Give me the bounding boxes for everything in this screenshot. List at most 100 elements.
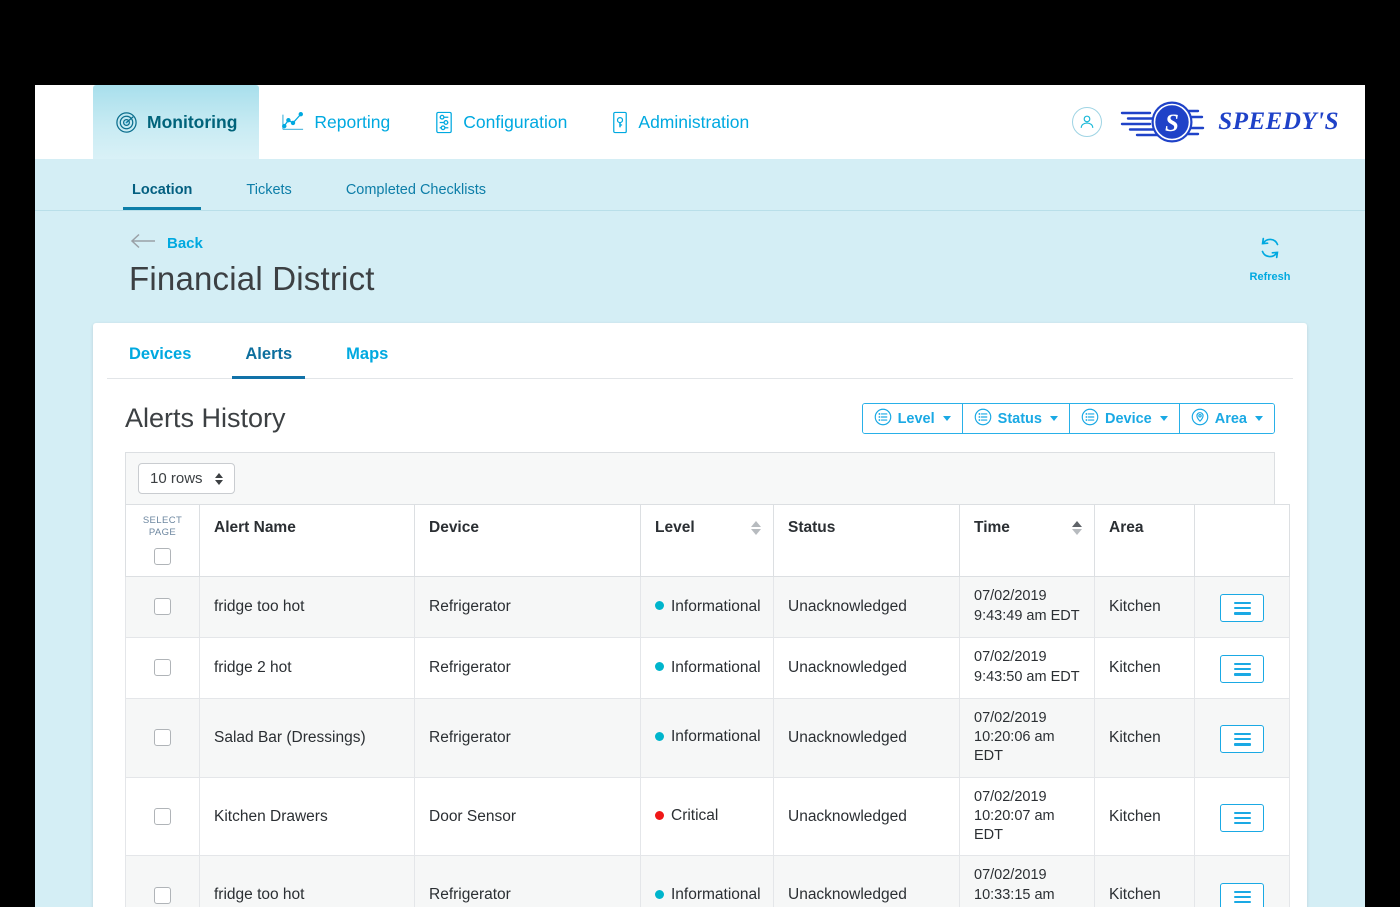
- filter-label-level: Level: [897, 410, 935, 427]
- level-status-dot: [655, 810, 664, 820]
- updown-spinner-icon: [214, 472, 223, 485]
- alert-time: 9:43:49 am EDT: [974, 607, 1080, 624]
- subnav-item-tickets[interactable]: Tickets: [243, 182, 294, 210]
- row-select-cell: [125, 855, 200, 907]
- nav-label-configuration: Configuration: [463, 111, 568, 132]
- select-page-label: SELECT PAGE: [142, 515, 183, 538]
- row-menu-button[interactable]: [1220, 655, 1264, 684]
- table-row[interactable]: Salad Bar (Dressings) Refrigerator Informa…: [125, 697, 1290, 778]
- back-link[interactable]: Back: [129, 233, 203, 254]
- back-label: Back: [167, 235, 203, 252]
- tab-devices[interactable]: Devices: [125, 345, 195, 378]
- cell-time: 07/02/2019 9:43:49 am EDT: [959, 575, 1095, 638]
- cell-level: Informational: [640, 697, 774, 778]
- tab-alerts[interactable]: Alerts: [232, 345, 305, 379]
- column-label-area: Area: [1109, 519, 1144, 536]
- key-document-icon: [611, 111, 629, 134]
- nav-item-monitoring[interactable]: Monitoring: [93, 85, 260, 159]
- cell-time: 07/02/2019 10:33:15 am EDT: [959, 855, 1095, 907]
- cell-device: Refrigerator: [414, 855, 641, 907]
- cell-device: Door Sensor: [414, 776, 641, 857]
- alert-date: 07/02/2019: [974, 867, 1047, 884]
- filter-level[interactable]: Level: [862, 404, 963, 433]
- tab-maps[interactable]: Maps: [342, 345, 392, 378]
- cell-alert-name: Kitchen Drawers: [199, 776, 415, 857]
- alert-time: 10:20:06 am EDT: [974, 729, 1055, 765]
- select-all-checkbox[interactable]: [154, 548, 171, 566]
- nav-item-configuration[interactable]: Configuration: [412, 85, 589, 159]
- alert-time: 9:43:50 am EDT: [974, 668, 1080, 685]
- column-alert-name: Alert Name: [199, 504, 415, 577]
- page-title: Financial District: [129, 260, 375, 297]
- column-label-status: Status: [788, 519, 836, 536]
- alerts-table-head: SELECT PAGE Alert Name Device Level Stat…: [125, 504, 1290, 577]
- alert-date: 07/02/2019: [974, 588, 1047, 605]
- cell-area: Kitchen: [1094, 697, 1195, 778]
- filter-status[interactable]: Status: [962, 404, 1070, 433]
- subnav-item-completed-checklists[interactable]: Completed Checklists: [343, 182, 489, 210]
- alerts-table-body: fridge too hot Refrigerator Informational U…: [125, 575, 1290, 907]
- sliders-document-icon: [434, 111, 454, 134]
- nav-label-reporting: Reporting: [314, 111, 391, 132]
- row-checkbox[interactable]: [154, 729, 171, 747]
- cell-status: Unacknowledged: [773, 855, 960, 907]
- table-row[interactable]: fridge too hot Refrigerator Informational U…: [125, 855, 1290, 907]
- hamburger-menu-icon: [1233, 602, 1251, 615]
- topbar-right-cluster: S SPEEDY'S: [1072, 97, 1339, 147]
- row-menu-button[interactable]: [1220, 804, 1264, 833]
- primary-nav: Monitoring Reporting Configuration Admin…: [35, 85, 771, 159]
- filter-device[interactable]: Device: [1069, 404, 1180, 433]
- brand-logo: S SPEEDY'S: [1120, 97, 1339, 147]
- cell-status: Unacknowledged: [773, 636, 960, 699]
- card-title: Alerts History: [125, 403, 286, 433]
- nav-item-reporting[interactable]: Reporting: [259, 85, 412, 159]
- table-row[interactable]: fridge too hot Refrigerator Informational U…: [125, 575, 1290, 638]
- row-menu-button[interactable]: [1220, 882, 1264, 907]
- refresh-label: Refresh: [1249, 271, 1291, 283]
- column-time: Time: [959, 504, 1095, 577]
- row-checkbox[interactable]: [154, 598, 171, 616]
- cell-actions: [1194, 855, 1290, 907]
- sort-toggle-level[interactable]: [751, 521, 761, 535]
- table-toolbar: 10 rows: [125, 452, 1275, 504]
- column-actions: [1194, 504, 1290, 577]
- tab-label-alerts: Alerts: [245, 345, 293, 363]
- nav-label-monitoring: Monitoring: [147, 111, 238, 132]
- column-label-alert-name: Alert Name: [214, 519, 296, 536]
- tab-label-devices: Devices: [129, 345, 192, 363]
- column-level: Level: [640, 504, 774, 577]
- filter-area[interactable]: Area: [1179, 404, 1274, 433]
- cell-area: Kitchen: [1094, 636, 1195, 699]
- filter-label-area: Area: [1214, 410, 1247, 427]
- cell-actions: [1194, 776, 1290, 857]
- secondary-navigation: Location Tickets Completed Checklists: [35, 159, 1365, 211]
- cell-alert-name: fridge too hot: [199, 575, 415, 638]
- subnav-item-location[interactable]: Location: [122, 182, 202, 210]
- cell-level: Informational: [640, 636, 774, 699]
- row-checkbox[interactable]: [154, 659, 171, 677]
- hamburger-menu-icon: [1233, 732, 1251, 746]
- nav-item-administration[interactable]: Administration: [589, 85, 771, 159]
- cell-status: Unacknowledged: [773, 575, 960, 638]
- rows-per-page-select[interactable]: 10 rows: [138, 463, 235, 494]
- subnav-label-completed-checklists: Completed Checklists: [345, 182, 487, 198]
- row-menu-button[interactable]: [1220, 725, 1264, 754]
- refresh-icon: [1257, 235, 1283, 266]
- table-row[interactable]: Kitchen Drawers Door Sensor Critical Unackn…: [125, 776, 1290, 857]
- row-menu-button[interactable]: [1220, 594, 1264, 623]
- level-text: Informational: [671, 658, 761, 676]
- rows-per-page-value: 10 rows: [150, 470, 203, 487]
- user-avatar-icon[interactable]: [1072, 107, 1103, 137]
- subnav-label-tickets: Tickets: [246, 182, 292, 198]
- cell-alert-name: fridge 2 hot: [199, 636, 415, 699]
- row-checkbox[interactable]: [154, 886, 171, 904]
- row-checkbox[interactable]: [154, 807, 171, 825]
- refresh-button[interactable]: Refresh: [1233, 235, 1307, 283]
- sort-toggle-time[interactable]: [1072, 521, 1082, 535]
- hamburger-menu-icon: [1233, 811, 1251, 825]
- table-row[interactable]: fridge 2 hot Refrigerator Informational Una…: [125, 636, 1290, 699]
- alert-date: 07/02/2019: [974, 788, 1047, 805]
- chevron-down-icon: [1255, 416, 1263, 421]
- page-header: Back Financial District Refresh: [35, 211, 1365, 323]
- location-pin-circle-icon: [1191, 408, 1209, 430]
